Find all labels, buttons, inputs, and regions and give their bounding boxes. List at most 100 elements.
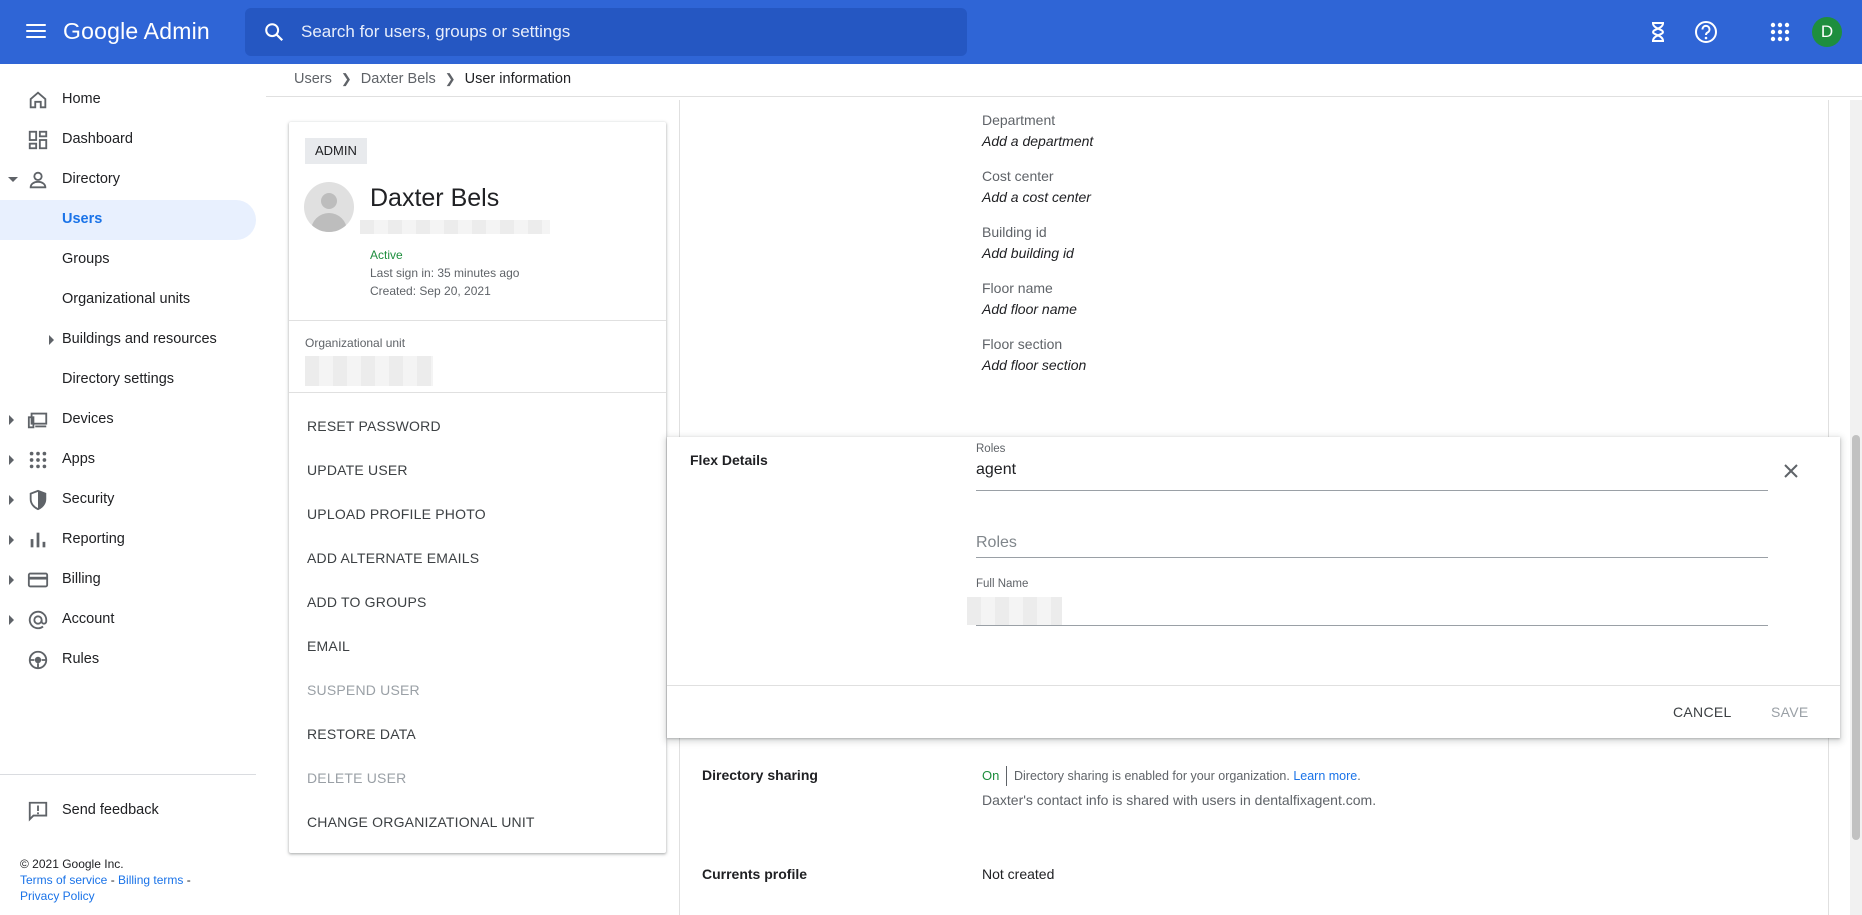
terms-link[interactable]: Terms of service [20, 873, 107, 887]
reset-password-button[interactable]: RESET PASSWORD [307, 418, 441, 434]
full-name-underline [976, 625, 1768, 626]
breadcrumb-current: User information [464, 71, 572, 87]
add-to-groups-button[interactable]: ADD TO GROUPS [307, 594, 427, 610]
chevron-right-icon: ❯ [340, 71, 352, 86]
app-title[interactable]: Google Admin [63, 18, 210, 45]
sidebar-item-directory-settings[interactable]: Directory settings [0, 360, 256, 400]
chevron-right-icon: ❯ [444, 71, 456, 86]
sidebar-item-directory[interactable]: Directory [0, 160, 256, 200]
sidebar-item-groups[interactable]: Groups [0, 240, 256, 280]
breadcrumb-user[interactable]: Daxter Bels [361, 71, 436, 87]
learn-more-link[interactable]: Learn more [1293, 769, 1357, 783]
change-org-unit-button[interactable]: CHANGE ORGANIZATIONAL UNIT [307, 814, 535, 830]
flex-details-title: Flex Details [690, 452, 768, 468]
sidebar-item-users[interactable]: Users [0, 200, 256, 240]
search-bar[interactable] [245, 8, 967, 56]
devices-icon [27, 412, 48, 429]
sidebar-nav: Home Dashboard Directory Users Groups Or… [0, 64, 256, 915]
sidebar-item-billing[interactable]: Billing [0, 560, 256, 600]
sharing-description: Directory sharing is enabled for your or… [1014, 769, 1361, 783]
sharing-text: Directory sharing is enabled for your or… [1014, 769, 1290, 783]
feedback-icon [28, 801, 48, 822]
floor-name-add[interactable]: Add floor name [982, 301, 1077, 317]
dashboard-icon [28, 130, 48, 150]
main-menu-button[interactable] [22, 20, 50, 44]
flex-details-editor: Flex Details Roles agent Roles Full Name… [667, 437, 1840, 738]
sidebar-item-label: Devices [62, 411, 114, 427]
suspend-user-button[interactable]: SUSPEND USER [307, 682, 420, 698]
breadcrumb-users[interactable]: Users [294, 71, 332, 87]
close-icon[interactable] [1779, 459, 1803, 483]
department-add[interactable]: Add a department [982, 133, 1093, 149]
roles-field-label: Roles [976, 443, 1006, 455]
at-sign-icon [28, 610, 48, 630]
help-icon[interactable] [1690, 16, 1722, 48]
sidebar-divider [0, 774, 256, 775]
chevron-right-icon[interactable] [9, 455, 14, 465]
send-feedback-label: Send feedback [62, 802, 159, 818]
add-alternate-emails-button[interactable]: ADD ALTERNATE EMAILS [307, 550, 479, 566]
sidebar-item-reporting[interactable]: Reporting [0, 520, 256, 560]
floor-section-add[interactable]: Add floor section [982, 357, 1086, 373]
user-summary-card: ADMIN Daxter Bels Active Last sign in: 3… [289, 122, 666, 853]
update-user-button[interactable]: UPDATE USER [307, 462, 408, 478]
cancel-button[interactable]: CANCEL [1673, 704, 1732, 720]
sharing-subtext: Daxter's contact info is shared with use… [982, 792, 1377, 808]
card-divider [289, 392, 666, 393]
chevron-right-icon[interactable] [9, 575, 14, 585]
chevron-right-icon[interactable] [9, 495, 14, 505]
menu-icon [26, 23, 46, 26]
restore-data-button[interactable]: RESTORE DATA [307, 726, 416, 742]
status-divider [1006, 766, 1007, 786]
sidebar-item-label: Reporting [62, 531, 125, 547]
copyright-text: © 2021 Google Inc. [20, 857, 124, 871]
roles-field-empty[interactable]: Roles [976, 534, 1017, 552]
sidebar-item-security[interactable]: Security [0, 480, 256, 520]
sidebar-item-home[interactable]: Home [0, 80, 256, 120]
full-name-field[interactable] [967, 597, 1062, 625]
sidebar-item-label: Directory [62, 171, 121, 187]
search-input[interactable] [301, 8, 941, 56]
privacy-link[interactable]: Privacy Policy [20, 889, 95, 903]
sidebar-item-label: Groups [62, 251, 110, 267]
sidebar-item-dashboard[interactable]: Dashboard [0, 120, 256, 160]
shield-icon [29, 489, 47, 511]
bar-chart-icon [30, 532, 46, 548]
sidebar-item-label: Security [62, 491, 115, 507]
upload-profile-photo-button[interactable]: UPLOAD PROFILE PHOTO [307, 506, 486, 522]
building-id-add[interactable]: Add building id [982, 245, 1074, 261]
apps-launcher-icon[interactable] [1764, 16, 1796, 48]
sidebar-item-buildings[interactable]: Buildings and resources [0, 320, 256, 360]
save-button[interactable]: SAVE [1771, 704, 1809, 720]
card-divider [289, 320, 666, 321]
chevron-right-icon[interactable] [9, 535, 14, 545]
sidebar-item-organizational-units[interactable]: Organizational units [0, 280, 256, 320]
dialog-footer-divider [667, 685, 1840, 686]
roles-field[interactable]: agent [976, 461, 1016, 479]
sidebar-item-account[interactable]: Account [0, 600, 256, 640]
department-label: Department [982, 112, 1056, 128]
cost-center-add[interactable]: Add a cost center [982, 189, 1091, 205]
delete-user-button[interactable]: DELETE USER [307, 770, 406, 786]
send-feedback-button[interactable]: Send feedback [0, 791, 256, 831]
sharing-status: On [982, 768, 1000, 783]
sidebar-footer: © 2021 Google Inc. Terms of service - Bi… [20, 857, 191, 903]
account-avatar[interactable]: D [1812, 17, 1842, 47]
sidebar-item-apps[interactable]: Apps [0, 440, 256, 480]
sidebar-item-label: Home [62, 91, 101, 107]
currents-profile-value: Not created [982, 866, 1055, 882]
floor-name-label: Floor name [982, 280, 1053, 296]
scrollbar-thumb[interactable] [1852, 435, 1860, 840]
email-button[interactable]: EMAIL [307, 638, 350, 654]
chevron-right-icon[interactable] [49, 335, 54, 345]
sidebar-item-label: Buildings and resources [62, 331, 217, 347]
chevron-right-icon[interactable] [9, 615, 14, 625]
currents-profile-title: Currents profile [702, 866, 808, 882]
sidebar-item-devices[interactable]: Devices [0, 400, 256, 440]
chevron-right-icon[interactable] [9, 415, 14, 425]
chevron-down-icon[interactable] [8, 177, 18, 182]
billing-terms-link[interactable]: Billing terms [118, 873, 183, 887]
hourglass-icon[interactable] [1642, 16, 1674, 48]
sidebar-item-rules[interactable]: Rules [0, 640, 256, 680]
avatar[interactable] [304, 182, 354, 232]
